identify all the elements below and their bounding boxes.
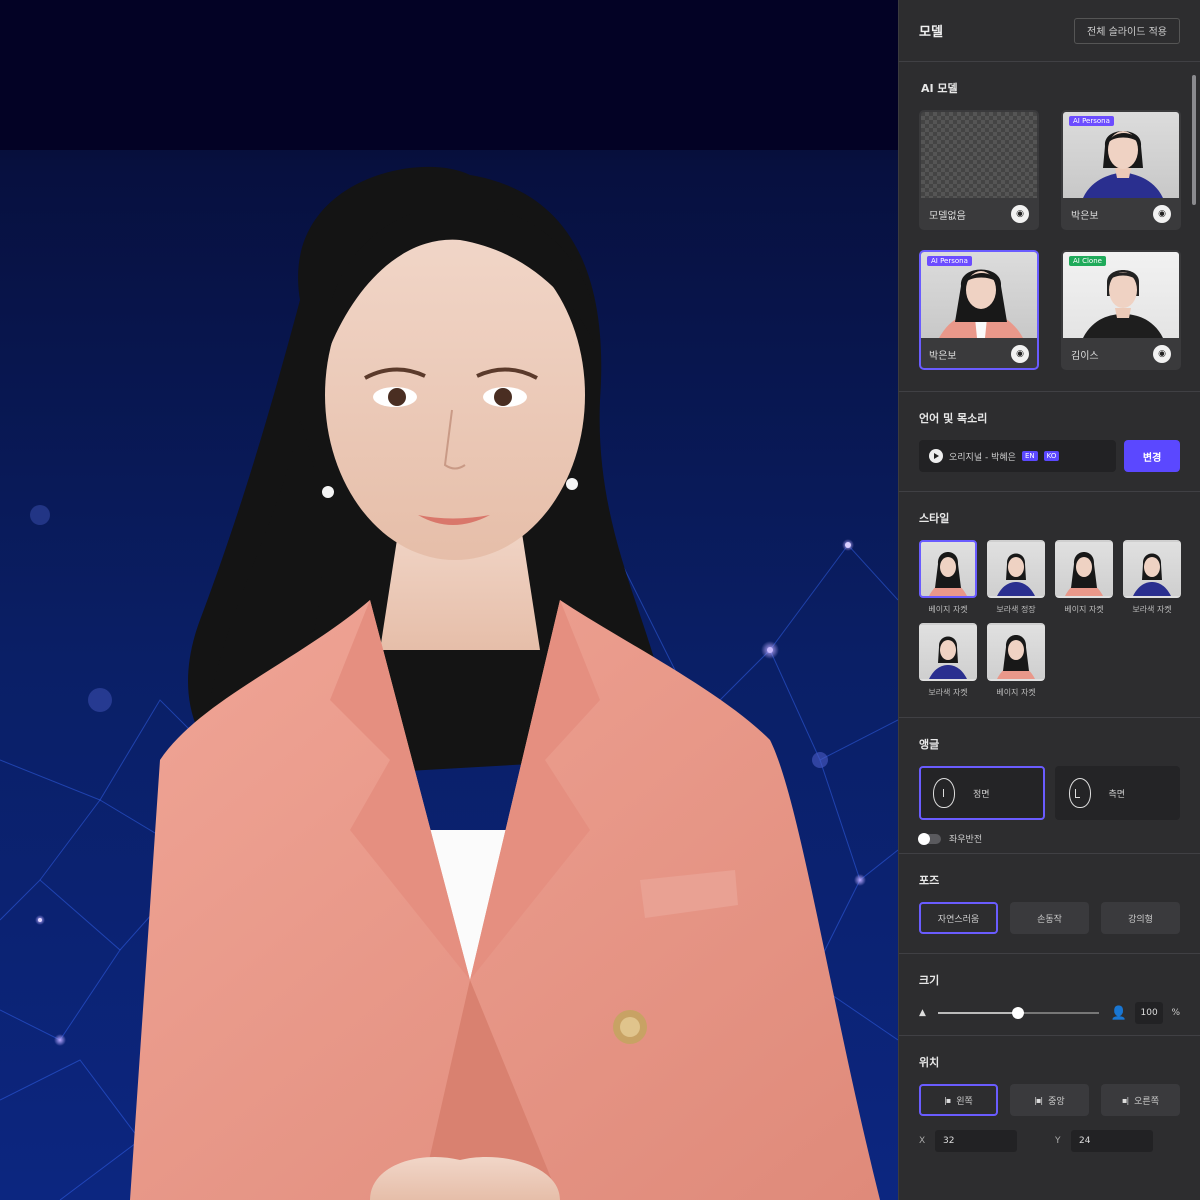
model-card-none[interactable]: 모델없음 ◉ <box>919 110 1039 230</box>
pose-lecture-button[interactable]: 강의형 <box>1101 902 1180 934</box>
section-title: 크기 <box>919 974 940 987</box>
side-face-icon <box>1068 778 1091 808</box>
size-slider-fill <box>937 1012 1019 1014</box>
properties-panel: 모델 전체 슬라이드 적용 AI 모델 모델없음 ◉ AI Persona 박은… <box>898 0 1200 1200</box>
align-center-icon: |▪| <box>1034 1095 1043 1105</box>
style-section: 스타일 베이지 자켓 보라색 정장 베이지 자켓 보라색 자켓 보라색 자켓 베… <box>899 492 1200 718</box>
model-name: 김이스 <box>1071 350 1099 362</box>
position-section: 위치 |▪ 왼쪽 |▪| 중앙 ▪| 오른쪽 X 32 Y 24 <box>899 1036 1200 1176</box>
persona-tag: AI Persona <box>1069 116 1114 126</box>
voice-label: 오리지널 - 박혜은 <box>949 452 1016 463</box>
style-thumbnail <box>919 623 977 681</box>
position-center-button[interactable]: |▪| 중앙 <box>1010 1084 1089 1116</box>
model-thumbnail: AI Persona <box>1063 112 1179 198</box>
position-label: 왼쪽 <box>956 1096 973 1107</box>
preview-canvas[interactable] <box>0 0 898 1200</box>
apply-all-slides-button[interactable]: 전체 슬라이드 적용 <box>1074 17 1180 44</box>
presenter-figure <box>130 166 880 1200</box>
eye-icon[interactable]: ◉ <box>1011 205 1029 223</box>
angle-label: 측면 <box>1108 789 1126 800</box>
style-label: 베이지 자켓 <box>1064 605 1104 614</box>
pose-natural-button[interactable]: 자연스러움 <box>919 902 998 934</box>
style-option[interactable]: 베이지 자켓 <box>987 623 1045 698</box>
size-slider-handle[interactable] <box>1012 1007 1025 1019</box>
transparent-thumbnail <box>921 112 1037 198</box>
change-voice-button[interactable]: 변경 <box>1124 440 1180 472</box>
section-title: 언어 및 목소리 <box>919 412 988 425</box>
position-left-button[interactable]: |▪ 왼쪽 <box>919 1084 998 1116</box>
play-icon[interactable] <box>929 449 943 463</box>
eye-icon[interactable]: ◉ <box>1153 205 1171 223</box>
language-badge-en: EN <box>1021 451 1038 461</box>
y-label: Y <box>1055 1136 1061 1146</box>
style-option[interactable]: 보라색 정장 <box>987 540 1045 615</box>
angle-side-option[interactable]: 측면 <box>1054 766 1180 820</box>
y-input[interactable]: 24 <box>1071 1130 1153 1152</box>
style-option[interactable]: 베이지 자켓 <box>919 540 977 615</box>
style-label: 베이지 자켓 <box>996 688 1036 697</box>
style-label: 보라색 자켓 <box>1132 605 1172 614</box>
x-input[interactable]: 32 <box>935 1130 1017 1152</box>
style-thumbnail <box>1055 540 1113 598</box>
model-name: 박은보 <box>1071 210 1099 222</box>
position-right-button[interactable]: ▪| 오른쪽 <box>1101 1084 1180 1116</box>
size-section: 크기 ▲ 👤 100 % <box>899 954 1200 1036</box>
model-card[interactable]: AI Persona 박은보 ◉ <box>1061 110 1181 230</box>
x-label: X <box>919 1136 926 1146</box>
style-thumbnail <box>919 540 977 598</box>
voice-section: 언어 및 목소리 오리지널 - 박혜은 EN KO 변경 <box>899 392 1200 492</box>
section-title: 앵글 <box>919 738 940 751</box>
style-option[interactable]: 보라색 자켓 <box>919 623 977 698</box>
voice-selector[interactable]: 오리지널 - 박혜은 EN KO <box>919 440 1117 472</box>
style-thumbnail <box>987 623 1045 681</box>
large-person-icon: 👤 <box>1110 1005 1127 1021</box>
position-label: 중앙 <box>1048 1096 1065 1107</box>
persona-tag: AI Persona <box>927 256 972 266</box>
angle-label: 정면 <box>973 789 990 800</box>
model-card[interactable]: AI Clone 김이스 ◉ <box>1061 250 1181 370</box>
ai-model-section: AI 모델 모델없음 ◉ AI Persona 박은보 ◉ AI Persona… <box>899 62 1200 392</box>
model-name: 모델없음 <box>929 210 966 222</box>
style-label: 보라색 자켓 <box>928 688 968 697</box>
section-title: 위치 <box>919 1056 940 1069</box>
angle-section: 앵글 정면 측면 좌우반전 <box>899 718 1200 854</box>
model-card-selected[interactable]: AI Persona 박은보 ◉ <box>919 250 1039 370</box>
eye-icon[interactable]: ◉ <box>1153 345 1171 363</box>
size-unit: % <box>1171 1008 1180 1018</box>
size-input[interactable]: 100 <box>1134 1002 1164 1024</box>
style-thumbnail <box>987 540 1045 598</box>
position-label: 오른쪽 <box>1134 1096 1159 1107</box>
flip-toggle-label: 좌우반전 <box>949 835 983 845</box>
align-left-icon: |▪ <box>944 1095 951 1105</box>
section-title: 스타일 <box>919 512 950 525</box>
style-label: 베이지 자켓 <box>928 605 968 614</box>
size-slider[interactable] <box>937 1007 1099 1019</box>
small-person-icon: ▲ <box>919 1008 926 1018</box>
panel-header: 모델 전체 슬라이드 적용 <box>899 0 1200 62</box>
eye-icon[interactable]: ◉ <box>1011 345 1029 363</box>
style-option[interactable]: 보라색 자켓 <box>1123 540 1181 615</box>
model-thumbnail: AI Persona <box>921 252 1037 338</box>
angle-front-option[interactable]: 정면 <box>919 766 1045 820</box>
panel-title: 모델 <box>919 25 943 40</box>
style-label: 보라색 정장 <box>996 605 1036 614</box>
language-badge-ko: KO <box>1043 451 1060 461</box>
align-right-icon: ▪| <box>1122 1095 1129 1105</box>
style-thumbnail <box>1123 540 1181 598</box>
model-name: 박은보 <box>929 350 957 362</box>
section-title: 포즈 <box>919 874 940 887</box>
clone-tag: AI Clone <box>1069 256 1106 266</box>
front-face-icon <box>933 778 955 808</box>
section-title: AI 모델 <box>921 82 958 95</box>
flip-toggle[interactable] <box>918 832 941 845</box>
model-thumbnail: AI Clone <box>1063 252 1179 338</box>
pose-section: 포즈 자연스러움 손동작 강의형 <box>899 854 1200 954</box>
network-background <box>0 166 898 1200</box>
style-option[interactable]: 베이지 자켓 <box>1055 540 1113 615</box>
pose-gesture-button[interactable]: 손동작 <box>1010 902 1089 934</box>
